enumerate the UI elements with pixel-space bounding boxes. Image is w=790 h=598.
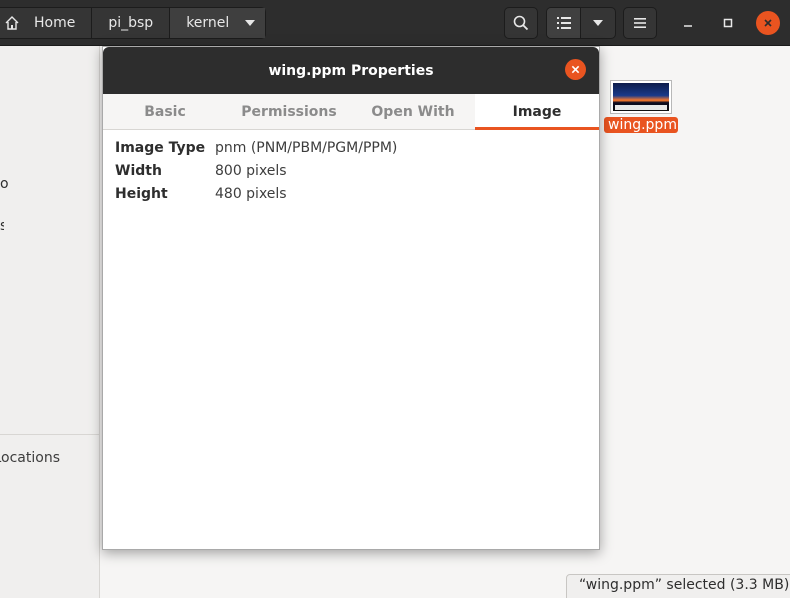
sidebar-item-partial-1[interactable]: o (0, 176, 8, 192)
close-icon (764, 19, 772, 27)
property-row: Image Type pnm (PNM/PBM/PGM/PPM) (115, 136, 587, 159)
sidebar-item-label: Other Locations (0, 450, 60, 466)
list-view-icon (556, 17, 571, 29)
image-properties-list: Image Type pnm (PNM/PBM/PGM/PPM) Width 8… (103, 130, 599, 211)
close-icon (571, 65, 580, 74)
maximize-button[interactable] (716, 11, 740, 35)
breadcrumb-home[interactable]: Home (0, 8, 93, 38)
file-name-label: wing.ppm (604, 117, 678, 133)
breadcrumb-home-label: Home (34, 15, 76, 31)
list-view-button[interactable] (547, 8, 582, 38)
window-close-button[interactable] (756, 11, 780, 35)
tab-label: Permissions (241, 104, 337, 120)
breadcrumb-kernel[interactable]: kernel (170, 8, 266, 38)
tab-permissions[interactable]: Permissions (227, 94, 351, 129)
tab-basic[interactable]: Basic (103, 94, 227, 129)
minimize-button[interactable] (676, 11, 700, 35)
property-row: Height 480 pixels (115, 182, 587, 205)
property-row: Width 800 pixels (115, 159, 587, 182)
sidebar-item-other-locations[interactable]: Other Locations (0, 450, 60, 466)
file-item-wing-ppm[interactable]: wing.ppm (604, 80, 678, 133)
file-thumbnail (610, 80, 672, 114)
tab-image[interactable]: Image (475, 94, 599, 130)
view-options-button[interactable] (581, 8, 615, 38)
minimize-icon (684, 25, 692, 27)
places-sidebar: o s Other Locations (0, 46, 100, 598)
sidebar-item-partial-2[interactable]: s (0, 218, 4, 234)
dialog-close-button[interactable] (565, 59, 586, 80)
chevron-down-icon (245, 20, 256, 26)
maximize-icon (723, 18, 733, 28)
sidebar-divider (0, 434, 100, 435)
breadcrumb-pi-bsp-label: pi_bsp (108, 15, 154, 31)
main-menu-button[interactable] (623, 7, 657, 39)
property-key: Image Type (115, 139, 206, 156)
property-value: pnm (PNM/PBM/PGM/PPM) (215, 139, 398, 156)
breadcrumb: Home pi_bsp kernel (0, 7, 267, 39)
property-value: 800 pixels (215, 162, 287, 179)
view-toggle-group (546, 7, 616, 39)
image-thumbnail-preview (613, 83, 669, 111)
home-icon (4, 15, 20, 31)
sidebar-item-label: o (0, 176, 8, 192)
header-bar: Home pi_bsp kernel (0, 0, 790, 46)
tab-label: Image (512, 104, 562, 120)
sidebar-item-label: s (0, 218, 4, 234)
property-key: Width (115, 162, 162, 179)
breadcrumb-pi-bsp[interactable]: pi_bsp (92, 8, 171, 38)
property-value: 480 pixels (215, 185, 287, 202)
tab-label: Open With (371, 104, 455, 120)
dialog-tabs: Basic Permissions Open With Image (103, 94, 599, 130)
tab-label: Basic (144, 104, 186, 120)
property-key: Height (115, 185, 168, 202)
properties-dialog: wing.ppm Properties Basic Permissions Op… (102, 46, 600, 550)
search-icon (513, 15, 529, 31)
search-button[interactable] (504, 7, 538, 39)
dialog-title: wing.ppm Properties (268, 62, 434, 79)
breadcrumb-kernel-label: kernel (186, 15, 230, 31)
tab-open-with[interactable]: Open With (351, 94, 475, 129)
status-floating-bar: “wing.ppm” selected (3.3 MB) (566, 574, 790, 598)
status-text: “wing.ppm” selected (3.3 MB) (579, 577, 790, 593)
view-options-icon (593, 20, 603, 26)
hamburger-menu-icon (634, 18, 646, 28)
dialog-titlebar[interactable]: wing.ppm Properties (103, 47, 599, 94)
